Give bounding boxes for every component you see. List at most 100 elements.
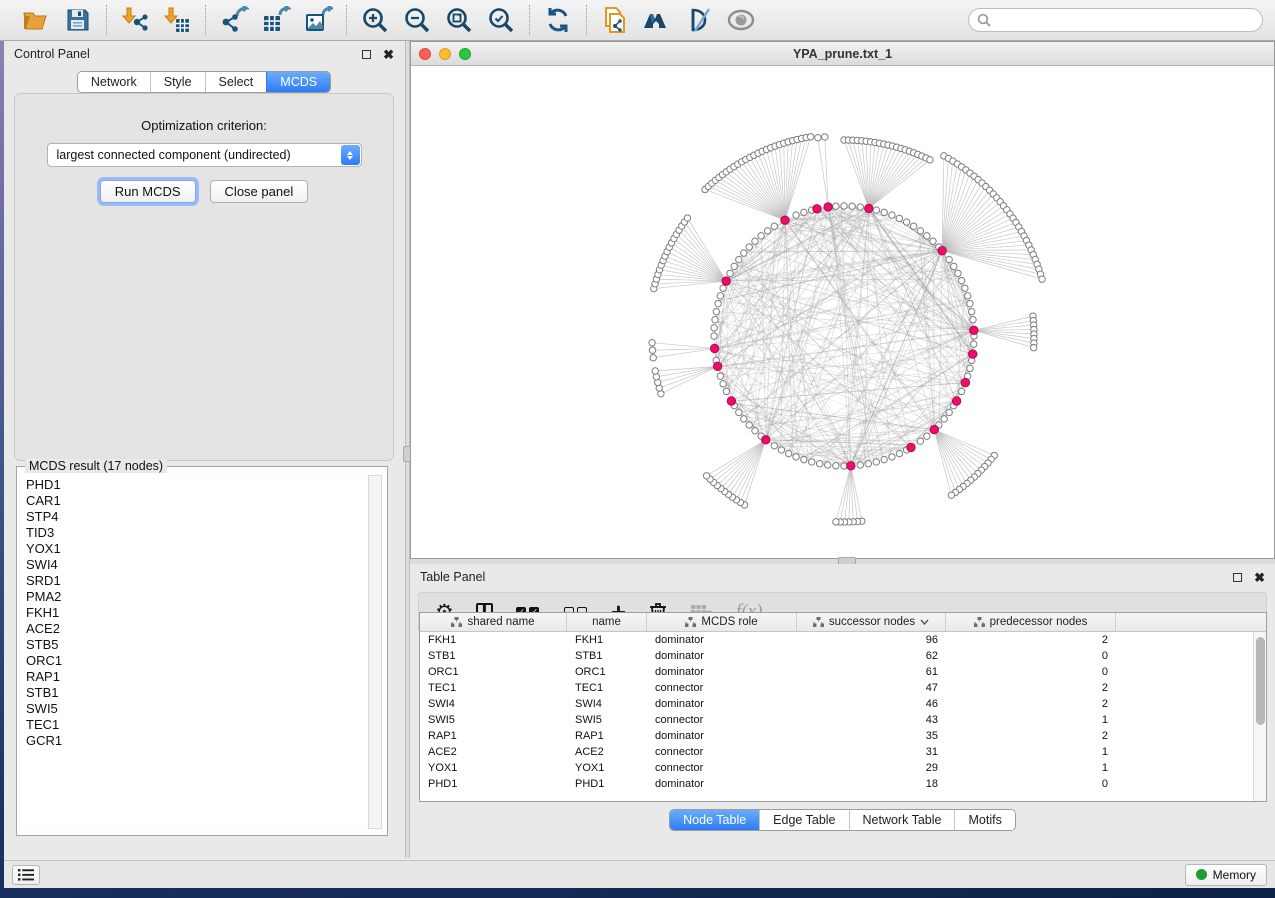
mcds-hub-node[interactable] [969,350,977,358]
mcds-hub-node[interactable] [930,425,938,433]
network-node[interactable] [746,244,752,250]
network-node[interactable] [720,381,726,387]
mcds-result-item[interactable]: GCR1 [26,733,364,749]
table-row[interactable]: YOX1YOX1connector291 [420,760,1253,776]
network-node[interactable] [736,256,742,262]
mcds-result-item[interactable]: SWI4 [26,557,364,573]
mcds-hub-node[interactable] [847,462,855,470]
mcds-result-item[interactable]: STB1 [26,685,364,701]
close-table-panel-icon[interactable]: ✖ [1254,573,1265,582]
mcds-hub-node[interactable] [727,397,735,405]
mcds-result-item[interactable]: YOX1 [26,541,364,557]
search-input[interactable] [997,13,1254,27]
mcds-result-item[interactable]: SWI5 [26,701,364,717]
mcds-hub-node[interactable] [907,443,915,451]
network-node[interactable] [924,433,930,439]
run-mcds-button[interactable]: Run MCDS [100,180,196,203]
mcds-result-scrollbar[interactable] [368,475,382,829]
network-node[interactable] [771,223,777,229]
import-table-icon[interactable] [161,4,193,36]
network-node[interactable] [715,300,721,306]
mcds-hub-node[interactable] [970,326,978,334]
tab-mcds[interactable]: MCDS [266,72,330,92]
network-node[interactable] [731,263,737,269]
tab-style[interactable]: Style [150,72,205,92]
network-node[interactable] [889,454,895,460]
clone-network-icon[interactable] [599,4,631,36]
zoom-fit-icon[interactable] [443,4,475,36]
network-node[interactable] [758,233,764,239]
network-leaf-node[interactable] [649,340,655,346]
network-node[interactable] [881,209,887,215]
refresh-layout-icon[interactable] [542,4,574,36]
table-scrollbar[interactable] [1253,632,1266,801]
float-table-panel-icon[interactable] [1233,573,1242,582]
network-leaf-node[interactable] [948,492,954,498]
network-node[interactable] [711,325,717,331]
optimization-criterion-select[interactable]: largest connected component (undirected) [47,143,362,167]
network-node[interactable] [752,238,758,244]
network-node[interactable] [833,203,839,209]
network-node[interactable] [764,228,770,234]
network-node[interactable] [741,250,747,256]
mcds-hub-node[interactable] [813,205,821,213]
network-leaf-node[interactable] [684,215,690,221]
mcds-hub-node[interactable] [938,247,946,255]
network-window-titlebar[interactable]: YPA_prune.txt_1 [411,42,1274,66]
tab-select[interactable]: Select [205,72,267,92]
export-image-icon[interactable] [302,4,334,36]
tab-motifs[interactable]: Motifs [954,810,1014,830]
mcds-hub-node[interactable] [824,203,832,211]
close-panel-button[interactable]: Close panel [210,180,309,203]
network-node[interactable] [727,270,733,276]
network-canvas[interactable] [411,66,1274,558]
network-leaf-node[interactable] [1030,344,1036,350]
open-session-icon[interactable] [20,4,52,36]
network-node[interactable] [967,300,973,306]
network-node[interactable] [793,454,799,460]
mcds-result-list[interactable]: PHD1CAR1STP4TID3YOX1SWI4SRD1PMA2FKH1ACE2… [22,475,368,829]
table-row[interactable]: FKH1FKH1dominator962 [420,632,1253,648]
network-node[interactable] [910,223,916,229]
network-node[interactable] [881,456,887,462]
mcds-result-item[interactable]: PMA2 [26,589,364,605]
search-network-icon[interactable] [641,4,673,36]
mcds-hub-node[interactable] [710,344,718,352]
network-node[interactable] [801,209,807,215]
network-node[interactable] [896,450,902,456]
hide-details-icon[interactable] [683,4,715,36]
network-node[interactable] [946,409,952,415]
mcds-hub-node[interactable] [865,204,873,212]
mcds-result-item[interactable]: STP4 [26,509,364,525]
mcds-result-item[interactable]: TID3 [26,525,364,541]
global-search-field[interactable] [968,8,1263,32]
export-table-icon[interactable] [260,4,292,36]
network-node[interactable] [785,450,791,456]
network-node[interactable] [857,204,863,210]
network-node[interactable] [964,293,970,299]
network-node[interactable] [808,459,814,465]
network-node[interactable] [825,462,831,468]
network-leaf-node[interactable] [703,473,709,479]
network-node[interactable] [924,233,930,239]
network-node[interactable] [896,215,902,221]
network-leaf-node[interactable] [815,135,821,141]
network-node[interactable] [917,438,923,444]
zoom-out-icon[interactable] [401,4,433,36]
network-leaf-node[interactable] [652,368,658,374]
network-node[interactable] [968,308,974,314]
mcds-result-item[interactable]: FKH1 [26,605,364,621]
tab-edge-table[interactable]: Edge Table [759,810,848,830]
network-node[interactable] [962,285,968,291]
network-leaf-node[interactable] [1039,276,1045,282]
mcds-result-item[interactable]: PHD1 [26,477,364,493]
network-node[interactable] [865,460,871,466]
network-node[interactable] [778,447,784,453]
table-row[interactable]: PHD1PHD1dominator180 [420,776,1253,792]
network-node[interactable] [736,409,742,415]
float-panel-icon[interactable] [362,50,371,59]
network-node[interactable] [903,219,909,225]
network-node[interactable] [958,388,964,394]
mcds-result-item[interactable]: ORC1 [26,653,364,669]
mcds-result-item[interactable]: ACE2 [26,621,364,637]
